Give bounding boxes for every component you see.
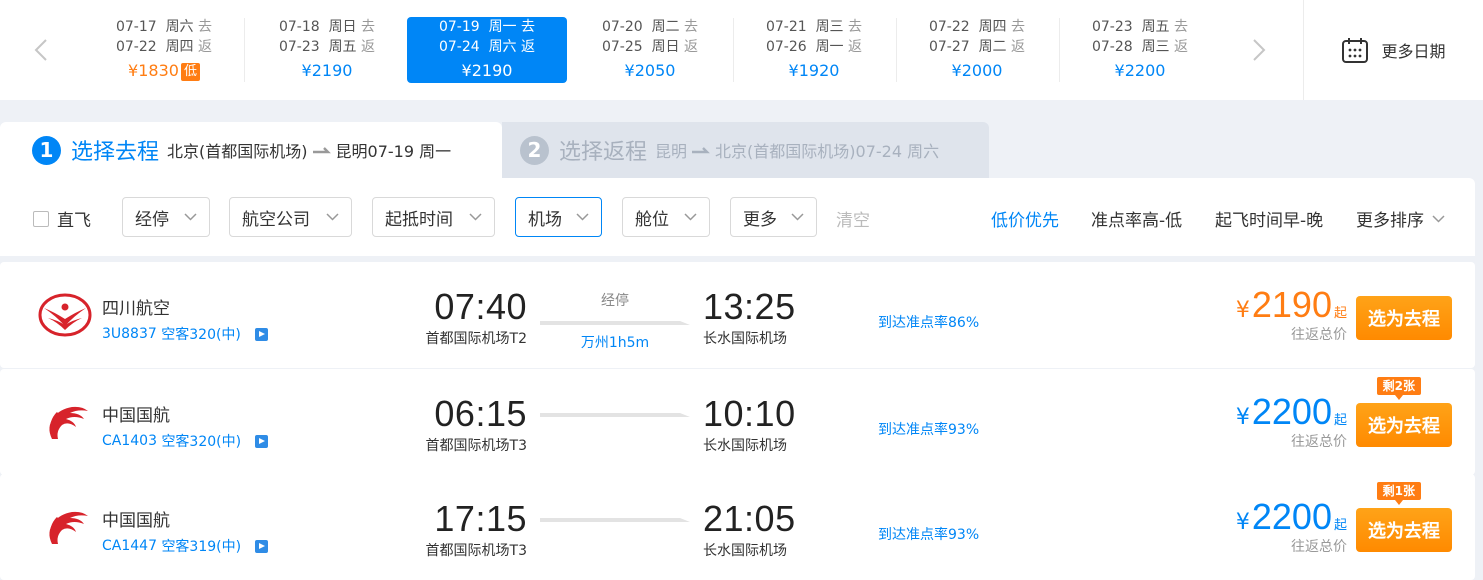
- filter-time-dropdown[interactable]: 起抵时间: [372, 197, 495, 237]
- step-number: 2: [520, 135, 549, 165]
- price: ¥2190 起 往返总价: [1235, 284, 1347, 343]
- arrival-time: 13:25: [703, 286, 796, 327]
- sort-ontime-rate[interactable]: 准点率高-低: [1091, 206, 1182, 231]
- arrival-time: 21:05: [703, 498, 796, 539]
- stop-city[interactable]: 万州1h5m: [540, 332, 690, 352]
- date-price: ¥2000: [951, 61, 1003, 80]
- route-arrow-icon: [540, 321, 690, 325]
- flight-row: 四川航空 3U8837 空客320(中) 07:40 首都国际机场T2 经停 万…: [0, 262, 1475, 368]
- airline-name: 四川航空: [102, 299, 170, 319]
- price: ¥2200 起 往返总价: [1235, 496, 1347, 555]
- chevron-right-icon: [1253, 39, 1266, 61]
- date-price: ¥1920: [788, 61, 840, 80]
- departure-time: 06:15: [434, 393, 527, 434]
- flight-number[interactable]: CA1403 空客320(中): [102, 431, 269, 451]
- price: ¥2200 起 往返总价: [1235, 391, 1347, 450]
- sort-lowest-price[interactable]: 低价优先: [991, 206, 1059, 231]
- date-strip: 07-17 周六 去 07-22 周四 返 ¥1830 低 07-18 周日 去 …: [0, 0, 1483, 100]
- filter-more-dropdown[interactable]: 更多: [730, 197, 817, 237]
- chevron-down-icon: [1432, 214, 1445, 223]
- step-number: 1: [32, 135, 61, 165]
- chevron-down-icon: [576, 213, 589, 221]
- date-option-selected[interactable]: 07-19 周一 去 07-24 周六 返 ¥2190: [407, 17, 567, 83]
- route-arrow-icon: [540, 518, 690, 522]
- more-dates-button[interactable]: 更多日期: [1303, 0, 1483, 100]
- date-price: ¥2200: [1114, 61, 1166, 80]
- date-option[interactable]: 07-21 周三 去 07-26 周一 返 ¥1920: [734, 17, 894, 83]
- date-option[interactable]: 07-18 周日 去 07-23 周五 返 ¥2190: [247, 17, 407, 83]
- play-icon: [255, 539, 269, 553]
- flight-row: 中国国航 CA1447 空客319(中) 17:15 首都国际机场T3 21:0…: [0, 474, 1475, 580]
- select-outbound-button[interactable]: 选为去程: [1356, 403, 1452, 447]
- air-china-logo-icon: [49, 511, 88, 544]
- date-option[interactable]: 07-22 周四 去 07-27 周二 返 ¥2000: [897, 17, 1057, 83]
- date-option[interactable]: 07-23 周五 去 07-28 周三 返 ¥2200: [1060, 17, 1220, 83]
- date-price: ¥2190: [301, 61, 353, 80]
- tab-select-outbound[interactable]: 1 选择去程 北京(首都国际机场) 昆明07-19 周一: [0, 122, 502, 178]
- airline-name: 中国国航: [102, 406, 170, 426]
- flight-number[interactable]: CA1447 空客319(中): [102, 536, 269, 556]
- tab-select-return[interactable]: 2 选择返程 昆明 北京(首都国际机场)07-24 周六: [502, 122, 989, 178]
- divider: [244, 18, 245, 82]
- date-price: ¥1830: [128, 61, 179, 80]
- ontime-rate[interactable]: 到达准点率93%: [878, 419, 979, 439]
- remaining-seats-badge: 剩2张: [1376, 377, 1421, 400]
- departure-time: 17:15: [434, 498, 527, 539]
- chevron-down-icon: [684, 213, 697, 221]
- ontime-rate[interactable]: 到达准点率86%: [878, 312, 979, 332]
- air-china-logo-icon: [49, 406, 88, 439]
- sort-departure-time[interactable]: 起飞时间早-晚: [1215, 206, 1323, 231]
- departure-airport: 首都国际机场T3: [425, 438, 527, 454]
- chevron-left-icon: [34, 39, 47, 61]
- filter-bar: 直飞 经停 航空公司 起抵时间 机场 舱位 更多 清空 低价优先 准点率高-低 …: [0, 178, 1475, 256]
- arrival-airport: 长水国际机场: [703, 543, 787, 559]
- date-option[interactable]: 07-20 周二 去 07-25 周日 返 ¥2050: [570, 17, 730, 83]
- plane-arrow-icon: [312, 147, 331, 154]
- sort-more-dropdown[interactable]: 更多排序: [1356, 206, 1445, 231]
- stop-label: 经停: [601, 293, 629, 309]
- filter-cabin-dropdown[interactable]: 舱位: [622, 197, 710, 237]
- remaining-seats-badge: 剩1张: [1376, 482, 1421, 505]
- chevron-down-icon: [469, 213, 482, 221]
- step-route: 昆明 北京(首都国际机场)07-24 周六: [655, 142, 940, 161]
- departure-airport: 首都国际机场T2: [425, 331, 527, 347]
- chevron-down-icon: [326, 213, 339, 221]
- departure-time: 07:40: [434, 286, 527, 327]
- date-price: ¥2050: [624, 61, 676, 80]
- filter-airline-dropdown[interactable]: 航空公司: [229, 197, 352, 237]
- date-price: ¥2190: [461, 61, 513, 80]
- clear-filters-button[interactable]: 清空: [836, 206, 870, 231]
- play-icon: [254, 327, 268, 341]
- flight-number[interactable]: 3U8837 空客320(中): [102, 324, 268, 344]
- date-option[interactable]: 07-17 周六 去 07-22 周四 返 ¥1830 低: [84, 17, 244, 83]
- arrival-airport: 长水国际机场: [703, 438, 787, 454]
- airline-name: 中国国航: [102, 511, 170, 531]
- route-arrow-icon: [540, 413, 690, 417]
- select-outbound-button[interactable]: 选为去程: [1356, 508, 1452, 552]
- step-route: 北京(首都国际机场) 昆明07-19 周一: [167, 142, 452, 161]
- departure-airport: 首都国际机场T3: [425, 543, 527, 559]
- play-icon: [255, 434, 269, 448]
- next-dates-arrow[interactable]: [1216, 0, 1302, 100]
- arrival-time: 10:10: [703, 393, 796, 434]
- checkbox-icon: [33, 210, 49, 227]
- chevron-down-icon: [791, 213, 804, 221]
- arrival-airport: 长水国际机场: [703, 331, 787, 347]
- step-title: 选择返程: [559, 140, 648, 165]
- step-title: 选择去程: [71, 140, 160, 165]
- sichuan-airlines-logo-icon: [38, 293, 92, 337]
- select-outbound-button[interactable]: 选为去程: [1356, 296, 1452, 340]
- flight-row: 中国国航 CA1403 空客320(中) 06:15 首都国际机场T3 10:1…: [0, 369, 1475, 475]
- lowest-price-badge: 低: [180, 63, 200, 81]
- filter-stops-dropdown[interactable]: 经停: [122, 197, 210, 237]
- plane-arrow-icon: [692, 147, 710, 154]
- chevron-down-icon: [184, 213, 197, 221]
- direct-flight-checkbox[interactable]: 直飞: [33, 206, 91, 231]
- ontime-rate[interactable]: 到达准点率93%: [878, 524, 979, 544]
- filter-airport-dropdown[interactable]: 机场: [515, 197, 602, 237]
- calendar-icon: [1342, 38, 1369, 63]
- prev-dates-arrow[interactable]: [0, 0, 82, 100]
